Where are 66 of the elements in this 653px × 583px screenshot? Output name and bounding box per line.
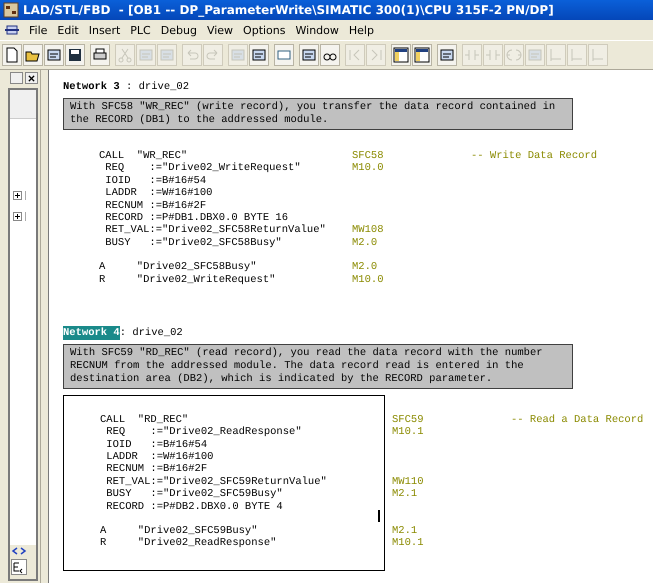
network-label[interactable]: Network 3 (63, 80, 120, 94)
expand-icon[interactable] (13, 212, 22, 221)
address-text: MW110 (392, 476, 425, 488)
overview-icon[interactable] (391, 44, 411, 66)
expand-icon[interactable] (13, 191, 22, 200)
app-icon (3, 2, 19, 18)
code-line: REQ :="Drive02_ReadResponse" (105, 426, 303, 439)
code-line: CALL "RD_REC" (100, 414, 190, 426)
address-text: SFC59 (392, 414, 425, 426)
network-title: : drive_02 (120, 326, 183, 340)
menu-item[interactable]: PLC (125, 24, 156, 36)
details-icon[interactable] (412, 44, 432, 66)
code-line: RET_VAL:="Drive02_SFC58ReturnValue" (104, 224, 327, 237)
network-label[interactable]: Network 4 (63, 326, 120, 340)
code-line: RECORD :=P#DB1.DBX0.0 BYTE 16 (104, 212, 290, 224)
print-icon[interactable] (90, 44, 110, 66)
new-icon[interactable] (2, 44, 22, 66)
scroll-arrows-icon[interactable] (11, 547, 27, 555)
menu-item[interactable]: File (24, 24, 52, 36)
text-cursor (378, 510, 380, 522)
code-line: LADDR :=W#16#100 (105, 451, 214, 464)
network-title: : drive_02 (125, 80, 190, 94)
menu-item[interactable]: Debug (156, 24, 202, 36)
menu-item[interactable]: View (202, 24, 238, 36)
menu-item[interactable]: Window (290, 24, 344, 36)
address-text: SFC58 (352, 150, 385, 162)
address-text: M2.1 (392, 525, 418, 538)
menu-item[interactable]: Help (344, 24, 379, 36)
code-line: R "Drive02_WriteRequest" (99, 274, 276, 286)
code-line: A "Drive02_SFC59Busy" (100, 525, 258, 538)
menu-item[interactable]: Options (238, 24, 290, 36)
address-text: M10.1 (392, 426, 425, 439)
code-line: A "Drive02_SFC58Busy" (99, 261, 258, 274)
line-comment: -- Read a Data Record (511, 414, 644, 426)
code-line: IOID :=B#16#54 (105, 438, 208, 452)
window-title: LAD/STL/FBD - [OB1 -- DP_ParameterWrite\SIMATIC 300(1)\CPU 315F-2 PN/DP] (23, 3, 554, 17)
document-icon[interactable] (4, 24, 20, 36)
code-line: RECNUM :=B#16#2F (105, 463, 208, 476)
menu-item[interactable]: Insert (84, 24, 126, 36)
code-line: LADDR :=W#16#100 (104, 187, 214, 200)
close-icon[interactable] (25, 72, 38, 84)
address-text: M2.0 (352, 261, 378, 274)
address-text: M2.1 (392, 488, 418, 501)
code-line: REQ :="Drive02_WriteRequest" (104, 162, 302, 175)
code-line: RECORD :=P#DB2.DBX0.0 BYTE 4 (105, 500, 284, 514)
code-line: BUSY :="Drive02_SFC58Busy" (104, 236, 283, 250)
address-text: M10.0 (352, 274, 385, 286)
address-text: MW108 (352, 224, 385, 237)
address-text: M10.0 (352, 162, 385, 175)
code-line: RECNUM :=B#16#2F (104, 200, 208, 212)
panel-header (10, 90, 36, 119)
element-icon[interactable] (11, 559, 27, 575)
code-line: IOID :=B#16#54 (104, 174, 208, 188)
code-line: CALL "WR_REC" (99, 150, 188, 162)
menu-item[interactable]: Edit (52, 24, 84, 36)
glasses-icon[interactable] (320, 44, 340, 66)
address-text: M10.1 (392, 537, 425, 550)
open-icon[interactable] (23, 44, 43, 66)
address-text: M2.0 (352, 236, 378, 250)
code-line: BUSY :="Drive02_SFC59Busy" (105, 488, 284, 501)
code-line: RET_VAL:="Drive02_SFC59ReturnValue" (105, 476, 328, 488)
code-line: R "Drive02_ReadResponse" (100, 537, 278, 550)
network-comment: With SFC59 "RD_REC" (read record), you read the data record with the number RECNUM from the addressed module. The data record read is entered in the destination area (DB2), which is indicated by the RECORD parameter. (63, 344, 573, 389)
line-comment: -- Write Data Record (471, 150, 598, 162)
network-comment: With SFC58 "WR_REC" (write record), you transfer the data record contained in the RECORD (DB1) to the addressed module. (63, 98, 573, 130)
save-icon[interactable] (65, 44, 85, 66)
